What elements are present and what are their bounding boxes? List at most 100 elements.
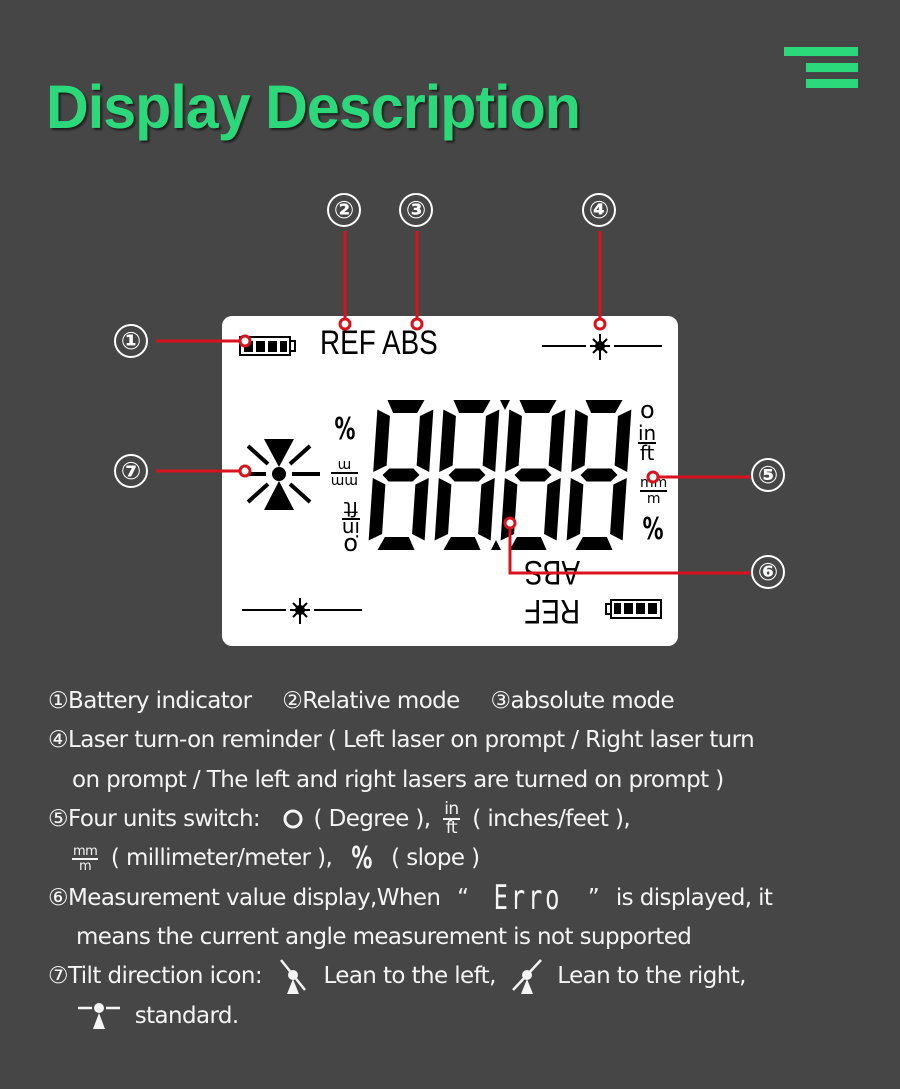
- digit-segment-a: [387, 400, 425, 413]
- callout-label: ①: [120, 328, 142, 355]
- unit-ft: ft: [639, 441, 655, 465]
- mm-m-icon: mm m: [72, 843, 99, 874]
- digit-segment-d: [509, 537, 547, 550]
- digit-segment-c: [610, 478, 627, 541]
- legend-units: ⑤Four units switch: ( Degree ), in ft ( i…: [48, 800, 878, 839]
- legend-battery: ①Battery indicator: [48, 688, 252, 714]
- legend-degree: ( Degree ),: [313, 805, 432, 832]
- callout-5: ⑤: [751, 458, 785, 492]
- callout-label: ⑤: [757, 462, 779, 489]
- digit-segment-a: [519, 400, 557, 413]
- page-title: Display Description: [46, 73, 581, 141]
- digit-segment-b: [548, 409, 566, 472]
- unit-in: in: [341, 517, 360, 541]
- unit-mm: mm: [330, 472, 358, 489]
- unit-m: m: [646, 491, 661, 507]
- digit-segment-g: [448, 468, 486, 482]
- digit-segment-g: [580, 468, 618, 482]
- unit-m: m: [337, 457, 352, 473]
- legend-units-label: ⑤Four units switch:: [48, 805, 261, 832]
- digit-segment-c: [544, 478, 561, 541]
- unit-percent: %: [334, 409, 356, 444]
- lean-left-icon: [279, 959, 306, 994]
- menu-icon[interactable]: [784, 47, 858, 89]
- digit-segment-d: [443, 537, 481, 550]
- laser-indicator-icon: [542, 334, 662, 360]
- frac-mm: mm: [72, 843, 99, 860]
- colon-mark: [500, 400, 510, 410]
- legend-inft: ( inches/feet ),: [472, 805, 631, 832]
- legend-laser-cont: on prompt / The left and right lasers ar…: [72, 766, 724, 793]
- unit-mm-m: mm m: [640, 476, 668, 507]
- legend-lean-right: Lean to the right,: [557, 963, 746, 990]
- digit-segment-f: [439, 409, 456, 472]
- close-quote: ”: [587, 884, 600, 911]
- legend-lean-left: Lean to the left,: [323, 963, 496, 990]
- legend-mmm: ( millimeter/meter ),: [110, 845, 333, 872]
- callout-label: ②: [333, 197, 355, 224]
- mode-label-bottom: REF ABS: [524, 553, 580, 630]
- erro-indicator: Erro: [493, 877, 563, 918]
- digit-segment-f: [571, 409, 588, 472]
- legend-tilt-cont: standard.: [48, 997, 878, 1036]
- callout-6: ⑥: [751, 555, 785, 589]
- mode-label-top: REF ABS: [320, 324, 438, 362]
- digit-segment-d: [377, 537, 415, 550]
- legend-slope: ( slope ): [391, 845, 480, 872]
- tilt-direction-icon: [244, 439, 320, 510]
- open-quote: “: [457, 884, 469, 911]
- digit-segment-c: [412, 478, 429, 541]
- digit-segment-e: [500, 478, 518, 541]
- right-units-column: o in ft mm m %: [636, 396, 670, 560]
- callout-2: ②: [327, 193, 361, 227]
- legend-units-cont: mm m ( millimeter/meter ), % ( slope ): [48, 839, 878, 878]
- left-units-column: o in ft mm m %: [330, 400, 364, 560]
- menu-bar: [806, 63, 858, 72]
- callout-4: ④: [582, 193, 616, 227]
- legend-row-1: ①Battery indicator ②Relative mode ③absol…: [48, 682, 878, 721]
- battery-icon: [605, 599, 662, 619]
- laser-indicator-icon: [242, 598, 362, 624]
- digit-segment-b: [416, 409, 434, 472]
- unit-in-ft: in ft: [638, 423, 657, 465]
- unit-mm-m: mm m: [330, 457, 358, 489]
- legend-value-cont: means the current angle measurement is n…: [76, 924, 692, 951]
- in-ft-icon: in ft: [443, 801, 460, 839]
- callout-label: ③: [405, 197, 427, 224]
- legend-value-label: ⑥Measurement value display,When: [48, 884, 441, 911]
- measurement-value-display: [368, 400, 632, 550]
- callout-label: ⑦: [120, 458, 142, 485]
- frac-m: m: [79, 858, 92, 874]
- legend-standard: standard.: [134, 1002, 240, 1029]
- lcd-display: REF ABS o in ft mm m % o in ft mm m % RE…: [222, 316, 678, 646]
- lean-right-icon: [511, 959, 542, 994]
- legend-tilt: ⑦Tilt direction icon: Lean to the left, …: [48, 957, 878, 996]
- frac-ft: ft: [445, 818, 458, 839]
- legend-tilt-label: ⑦Tilt direction icon:: [48, 963, 263, 990]
- digit-segment-f: [505, 409, 522, 472]
- legend-relative: ②Relative mode: [282, 688, 460, 714]
- digit-segment-e: [566, 478, 584, 541]
- digit-segment-e: [434, 478, 452, 541]
- standard-level-icon: [78, 1003, 120, 1030]
- digit-segment-b: [482, 409, 500, 472]
- digit-segment-b: [614, 409, 632, 472]
- digit-segment-a: [585, 400, 623, 413]
- callout-3: ③: [399, 193, 433, 227]
- callout-1: ①: [114, 324, 148, 358]
- digit-segment-f: [373, 409, 390, 472]
- decimal-point: [491, 540, 501, 550]
- digit-segment-d: [575, 537, 613, 550]
- battery-icon: [239, 336, 296, 356]
- legend-laser: ④Laser turn-on reminder ( Left laser on …: [48, 727, 755, 754]
- legend-absolute: ③absolute mode: [490, 688, 675, 714]
- digit-segment-a: [453, 400, 491, 413]
- menu-bar: [806, 79, 858, 88]
- digit-segment-e: [368, 478, 386, 541]
- digit-segment-g: [382, 468, 420, 482]
- digit-segment-c: [478, 478, 495, 541]
- legend-value-suffix: is displayed, it: [615, 884, 773, 911]
- digit-segment-g: [514, 468, 552, 482]
- degree-icon: [283, 809, 303, 829]
- unit-ft: ft: [343, 497, 359, 521]
